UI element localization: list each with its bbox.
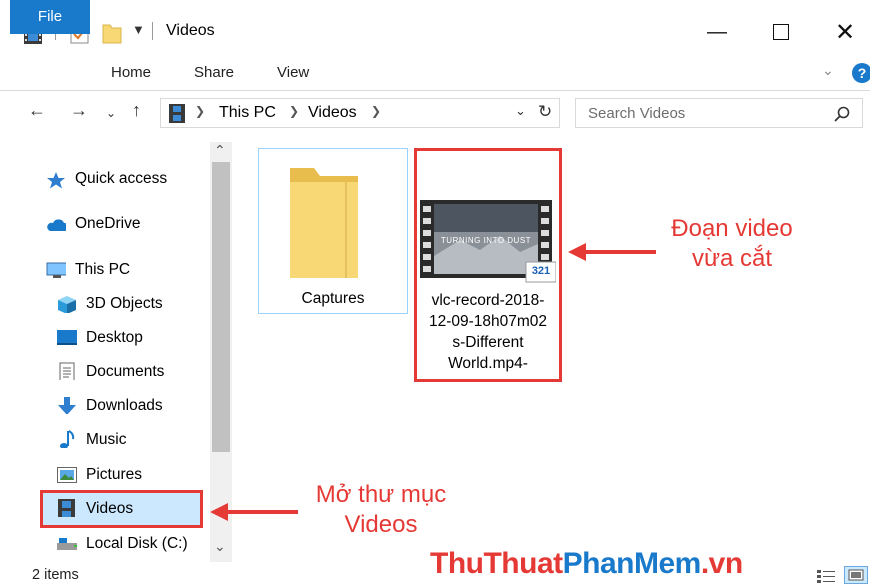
sidebar-item-documents[interactable]: Documents bbox=[57, 357, 207, 387]
chevron-right-icon[interactable]: ❯ bbox=[371, 104, 381, 118]
chevron-right-icon[interactable]: ❯ bbox=[289, 104, 299, 118]
computer-icon bbox=[46, 262, 66, 278]
window-title: Videos bbox=[166, 22, 215, 39]
film-icon bbox=[169, 104, 185, 123]
search-placeholder: Search Videos bbox=[588, 105, 686, 122]
address-history-dropdown-icon[interactable]: ⌄ bbox=[515, 103, 526, 119]
tab-file[interactable]: File bbox=[10, 0, 90, 34]
cube-icon bbox=[58, 296, 76, 313]
new-folder-icon[interactable] bbox=[102, 22, 122, 44]
annotation-line: Videos bbox=[344, 511, 418, 538]
refresh-icon[interactable]: ↻ bbox=[538, 102, 552, 122]
scrollbar-thumb[interactable] bbox=[212, 162, 230, 452]
search-icon bbox=[834, 106, 850, 122]
scroll-down-chevron-icon[interactable]: ⌄ bbox=[214, 538, 226, 555]
sidebar-item-label: This PC bbox=[75, 261, 131, 278]
maximize-button[interactable] bbox=[758, 12, 804, 52]
sidebar-item-desktop[interactable]: Desktop bbox=[57, 323, 207, 353]
maximize-icon bbox=[773, 24, 789, 40]
quick-access-dropdown-icon[interactable]: ▼ bbox=[132, 22, 145, 37]
sidebar-item-label: Desktop bbox=[86, 329, 143, 346]
search-input[interactable]: Search Videos bbox=[575, 98, 863, 128]
sidebar-item-label: Downloads bbox=[86, 397, 163, 414]
sidebar-item-pictures[interactable]: Pictures bbox=[57, 460, 207, 490]
annotation-line: vừa cắt bbox=[691, 245, 773, 272]
annotation-arrow-left-icon bbox=[568, 243, 656, 261]
status-item-count: 2 items bbox=[32, 567, 79, 583]
sidebar-item-3d-objects[interactable]: 3D Objects bbox=[57, 289, 207, 319]
sidebar-item-label: Pictures bbox=[86, 466, 142, 483]
annotation-arrow-left-icon bbox=[210, 503, 298, 521]
help-icon[interactable]: ? bbox=[852, 63, 870, 83]
sidebar-item-local-disk[interactable]: Local Disk (C:) bbox=[57, 529, 207, 559]
sidebar-item-label: 3D Objects bbox=[86, 295, 163, 312]
back-arrow-icon[interactable]: ← bbox=[28, 100, 46, 121]
star-icon bbox=[47, 172, 65, 189]
disk-icon bbox=[57, 538, 77, 550]
chevron-right-icon: ❯ bbox=[195, 104, 206, 118]
desktop-icon bbox=[57, 330, 77, 345]
up-arrow-icon[interactable]: ↑ bbox=[132, 100, 141, 121]
picture-icon bbox=[57, 467, 77, 483]
videos-highlight-box bbox=[40, 490, 203, 528]
annotation-folder-note: Mở thư mục Videos bbox=[296, 480, 466, 540]
cloud-icon bbox=[47, 219, 66, 231]
close-button[interactable]: ✕ bbox=[822, 12, 868, 52]
sidebar-item-music[interactable]: Music bbox=[57, 425, 207, 455]
minimize-icon: — bbox=[707, 20, 727, 43]
tab-share[interactable]: Share bbox=[194, 57, 234, 89]
close-icon: ✕ bbox=[834, 18, 856, 46]
status-bar bbox=[0, 567, 870, 586]
tab-view[interactable]: View bbox=[277, 57, 309, 89]
music-note-icon bbox=[60, 430, 75, 448]
minimize-button[interactable]: — bbox=[694, 12, 740, 52]
forward-arrow-icon[interactable]: → bbox=[70, 100, 88, 121]
sidebar-item-onedrive[interactable]: OneDrive bbox=[46, 209, 216, 239]
folder-icon bbox=[290, 168, 358, 278]
sidebar-item-label: Documents bbox=[86, 363, 165, 380]
sidebar-item-label: Quick access bbox=[75, 170, 168, 187]
expand-ribbon-chevron-icon[interactable]: ⌄ bbox=[822, 62, 834, 79]
address-bar[interactable]: ❯ This PC ❯ Videos ❯ ⌄ ↻ bbox=[160, 98, 560, 128]
annotation-video-note: Đoạn video vừa cắt bbox=[652, 214, 812, 274]
download-arrow-icon bbox=[58, 397, 76, 414]
large-icons-view-button[interactable] bbox=[844, 566, 868, 584]
breadcrumb-this-pc[interactable]: This PC bbox=[219, 104, 276, 122]
tab-home[interactable]: Home bbox=[111, 57, 151, 89]
large-icons-view-icon bbox=[848, 569, 864, 581]
sidebar-item-downloads[interactable]: Downloads bbox=[57, 391, 207, 421]
scroll-up-chevron-icon[interactable]: ⌃ bbox=[214, 142, 226, 159]
annotation-line: Đoạn video bbox=[671, 215, 793, 242]
details-view-icon[interactable] bbox=[816, 568, 836, 584]
folder-name: Captures bbox=[301, 290, 365, 307]
sidebar-item-label: Music bbox=[86, 431, 127, 448]
video-highlight-box bbox=[414, 148, 562, 382]
toolbar-separator bbox=[152, 22, 153, 40]
sidebar-item-label: Local Disk (C:) bbox=[86, 535, 188, 552]
sidebar-item-label: OneDrive bbox=[75, 215, 141, 232]
breadcrumb-videos[interactable]: Videos bbox=[308, 104, 357, 122]
recent-locations-chevron-icon[interactable]: ⌄ bbox=[106, 106, 116, 120]
sidebar-item-quick-access[interactable]: Quick access bbox=[46, 164, 216, 194]
sidebar-item-this-pc[interactable]: This PC bbox=[46, 255, 216, 285]
document-icon bbox=[59, 362, 75, 380]
annotation-line: Mở thư mục bbox=[315, 481, 447, 508]
